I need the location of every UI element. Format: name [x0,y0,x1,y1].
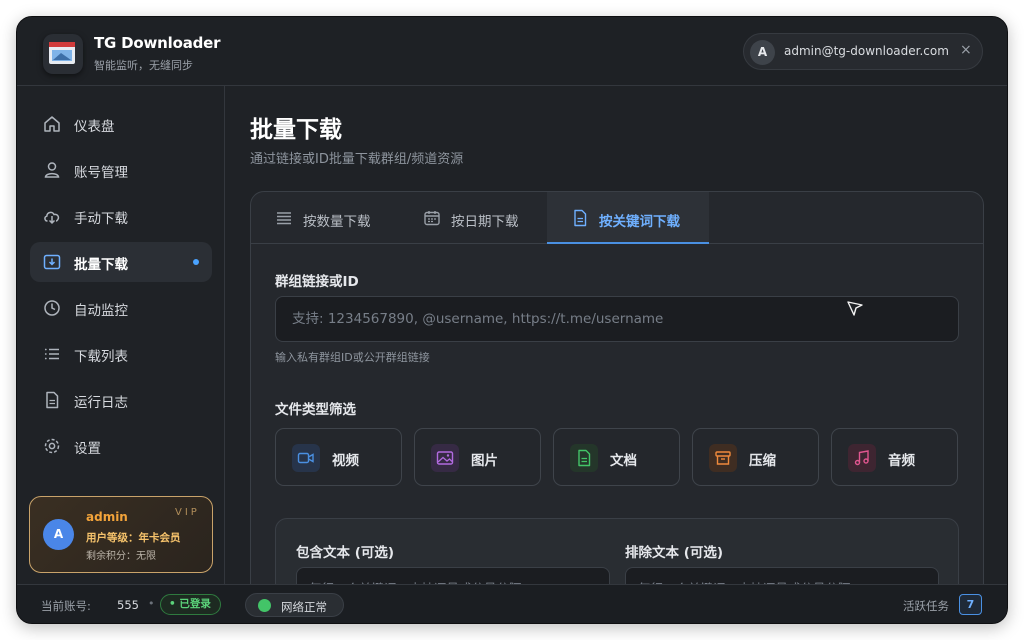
file-type-label-text: 图片 [471,453,498,469]
user-email: admin@tg-downloader.com [784,44,949,58]
file-type-audio[interactable]: 音频 [831,428,958,486]
app-window: TG Downloader 智能监听，无缝同步 A admin@tg-downl… [16,16,1008,624]
download-mode-tabs: 按数量下载 按日期下载 按关键词下载 [251,192,983,244]
vip-card[interactable]: A admin VIP 用户等级：年卡会员 剩余积分：无限 [29,496,213,573]
file-type-label-text: 文档 [610,453,637,469]
exclude-text-input[interactable]: 每行一个关键词，支持逗号或分号分隔 [625,567,939,584]
app-logo-icon [43,34,83,74]
sidebar-item-label: 仪表盘 [74,119,115,135]
sidebar-item-label: 自动监控 [74,303,128,319]
current-account-value: 555 [117,598,139,612]
sidebar-item-label: 下载列表 [74,349,128,365]
network-status-label: 网络正常 [281,600,327,614]
text-filter-section: 包含文本 (可选) 排除文本 (可选) 每行一个关键词，支持逗号或分号分隔 每行… [275,518,959,584]
sidebar-item-manual-download[interactable]: 手动下载 [30,196,212,236]
home-icon [44,116,60,132]
avatar: A [750,40,775,65]
batch-download-panel: 按数量下载 按日期下载 按关键词下载 群组链接或ID 输入私有群组ID或公开群组… [250,191,984,584]
sidebar-item-accounts[interactable]: 账号管理 [30,150,212,190]
list-icon [44,348,59,360]
video-icon [292,444,320,472]
current-account-label: 当前账号: [41,599,91,613]
page-subtitle: 通过链接或ID批量下载群组/频道资源 [250,152,464,167]
exclude-text-label: 排除文本 (可选) [625,545,724,561]
group-field-label: 群组链接或ID [275,274,359,290]
app-subtitle: 智能监听，无缝同步 [94,59,193,72]
active-tasks-count[interactable]: 7 [959,594,982,615]
user-icon [44,162,60,178]
sidebar-item-label: 批量下载 [74,257,128,273]
sidebar-item-download-list[interactable]: 下载列表 [30,334,212,374]
document-icon [46,391,59,409]
file-type-image[interactable]: 图片 [414,428,541,486]
calendar-icon [424,211,440,226]
avatar: A [43,519,74,550]
active-indicator [193,259,199,265]
tab-by-date[interactable]: 按日期下载 [399,192,547,244]
network-status: 网络正常 [245,593,344,617]
page-title: 批量下载 [250,117,342,143]
sidebar-item-logs[interactable]: 运行日志 [30,380,212,420]
sidebar-item-auto-monitor[interactable]: 自动监控 [30,288,212,328]
tab-by-keyword[interactable]: 按关键词下载 [547,192,709,244]
file-type-label-text: 音频 [888,453,915,469]
cloud-download-icon [44,211,60,225]
close-icon[interactable]: × [960,42,972,58]
sidebar-item-label: 设置 [74,441,101,457]
gear-icon [44,438,60,454]
image-icon [431,444,459,472]
clock-icon [44,300,60,316]
file-text-icon [574,209,587,227]
vip-points: 剩余积分：无限 [86,551,156,562]
app-header: TG Downloader 智能监听，无缝同步 A admin@tg-downl… [17,17,1007,86]
sidebar-item-settings[interactable]: 设置 [30,426,212,466]
app-title: TG Downloader [94,34,221,52]
status-bar: 当前账号: 555 • • 已登录 网络正常 活跃任务 7 [17,584,1007,623]
sidebar-item-label: 账号管理 [74,165,128,181]
document-icon [570,444,598,472]
archive-icon [709,444,737,472]
tab-label: 按数量下载 [303,214,371,230]
vip-level: 用户等级：年卡会员 [86,532,181,544]
tab-label: 按关键词下载 [599,214,680,230]
music-icon [848,444,876,472]
tab-label: 按日期下载 [451,214,519,230]
group-field-hint: 输入私有群组ID或公开群组链接 [275,351,430,364]
user-menu[interactable]: A admin@tg-downloader.com × [743,33,983,70]
file-type-label: 文件类型筛选 [275,402,356,418]
batch-download-icon [43,254,61,270]
file-type-video[interactable]: 视频 [275,428,402,486]
vip-username: admin [86,510,128,524]
tab-by-count[interactable]: 按数量下载 [251,192,399,244]
stack-icon [277,212,291,225]
file-type-label-text: 视频 [332,453,359,469]
main-content: 批量下载 通过链接或ID批量下载群组/频道资源 按数量下载 按日期下载 按关键词… [226,86,1007,584]
file-type-document[interactable]: 文档 [553,428,680,486]
separator-dot: • [148,597,155,610]
vip-badge: VIP [175,507,200,518]
sidebar-item-label: 运行日志 [74,395,128,411]
file-type-label-text: 压缩 [749,453,776,469]
include-text-label: 包含文本 (可选) [296,545,395,561]
mouse-cursor-icon [847,301,863,316]
active-tasks-label: 活跃任务 [903,599,949,613]
check-icon [258,599,271,612]
status-badge: • 已登录 [160,594,221,615]
file-type-archive[interactable]: 压缩 [692,428,819,486]
sidebar: 仪表盘 账号管理 手动下载 批量下载 自动监控 下载列表 运行日志 设置 A a… [17,86,225,584]
sidebar-item-batch-download[interactable]: 批量下载 [30,242,212,282]
sidebar-item-dashboard[interactable]: 仪表盘 [30,104,212,144]
include-text-input[interactable]: 每行一个关键词，支持逗号或分号分隔 [296,567,610,584]
sidebar-item-label: 手动下载 [74,211,128,227]
file-type-filter: 视频 图片 文档 压缩 音频 [275,428,959,486]
